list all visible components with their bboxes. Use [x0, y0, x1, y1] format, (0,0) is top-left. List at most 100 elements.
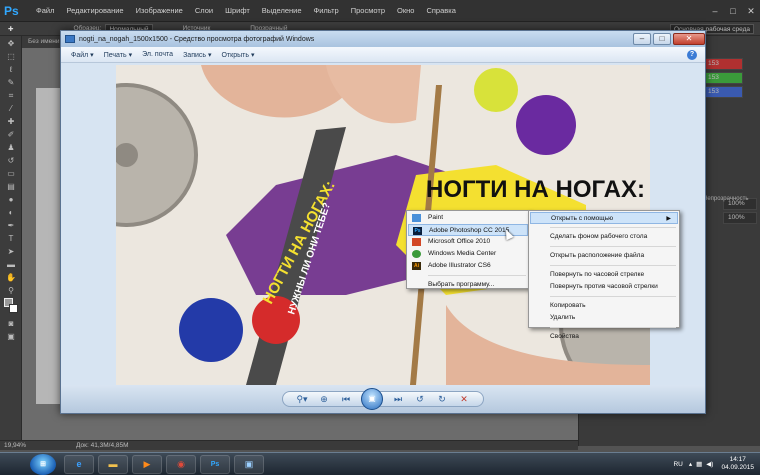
menu-filter[interactable]: Фильтр [308, 6, 345, 15]
marquee-tool-icon[interactable]: ⬚ [4, 51, 18, 62]
previous-icon[interactable]: ⏮ [338, 393, 354, 405]
color-swatches-icon[interactable] [4, 298, 18, 316]
pen-tool-icon[interactable]: ✒ [4, 220, 18, 231]
shape-tool-icon[interactable]: ▬ [4, 259, 18, 270]
viewer-menu-burn[interactable]: Запись ▾ [183, 51, 211, 59]
start-button-icon[interactable]: ⊞ [30, 453, 56, 475]
quick-mask-icon[interactable]: ◙ [4, 318, 18, 329]
actual-size-icon[interactable]: ⊕ [316, 393, 332, 405]
zoom-level[interactable]: 19,94% [4, 442, 26, 449]
lasso-tool-icon[interactable]: ℓ [4, 64, 18, 75]
eyedropper-tool-icon[interactable]: ⁄ [4, 103, 18, 114]
rotate-right-icon[interactable]: ↻ [434, 393, 450, 405]
menu-layers[interactable]: Слои [189, 6, 219, 15]
clock-time: 14:17 [729, 456, 746, 463]
submenu-item-choose-program[interactable]: Выбрать программу... [408, 279, 528, 291]
green-value[interactable]: 153 [703, 72, 743, 84]
viewer-menu-file[interactable]: Файл ▾ [71, 51, 94, 59]
menu-separator [550, 227, 676, 228]
zoom-tool-icon[interactable]: ⚲ [4, 285, 18, 296]
submenu-item-illustrator[interactable]: Ai Adobe Illustrator CS6 [408, 260, 528, 272]
red-value[interactable]: 153 [703, 58, 743, 70]
submenu-item-paint[interactable]: Paint [408, 212, 528, 224]
menu-item-open-with[interactable]: Открыть с помощью ▶ [530, 212, 678, 224]
menu-image[interactable]: Изображение [130, 6, 189, 15]
menu-separator [550, 296, 676, 297]
viewer-maximize-icon[interactable]: □ [653, 33, 671, 45]
ie-icon[interactable]: e [64, 454, 94, 474]
menu-item-copy[interactable]: Копировать [530, 300, 678, 312]
gradient-tool-icon[interactable]: ▤ [4, 181, 18, 192]
menu-item-properties[interactable]: Свойства [530, 331, 678, 343]
menu-type[interactable]: Шрифт [219, 6, 256, 15]
slideshow-icon[interactable]: ▣ [361, 388, 383, 410]
menu-separator [428, 275, 526, 276]
submenu-arrow-icon: ▶ [666, 216, 671, 222]
zoom-icon[interactable]: ⚲▾ [294, 393, 310, 405]
menu-item-open-location[interactable]: Открыть расположение файла [530, 250, 678, 262]
dodge-tool-icon[interactable]: ◐ [4, 207, 18, 218]
viewer-menu-open[interactable]: Открыть ▾ [222, 51, 255, 59]
menu-item-set-wallpaper[interactable]: Сделать фоном рабочего стола [530, 231, 678, 243]
media-center-icon [412, 250, 421, 258]
volume-icon[interactable]: ◀) [706, 460, 713, 468]
menu-help[interactable]: Справка [420, 6, 461, 15]
menu-item-rotate-ccw[interactable]: Повернуть против часовой стрелки [530, 281, 678, 293]
path-select-tool-icon[interactable]: ➤ [4, 246, 18, 257]
rotate-left-icon[interactable]: ↺ [412, 393, 428, 405]
menu-separator [550, 246, 676, 247]
maximize-icon[interactable]: □ [724, 4, 742, 18]
fill-field[interactable]: 100% [723, 212, 757, 224]
history-brush-tool-icon[interactable]: ↺ [4, 155, 18, 166]
help-icon[interactable]: ? [687, 49, 697, 60]
clock-date: 04.09.2015 [721, 464, 754, 471]
photoshop-taskbar-icon[interactable]: Ps [200, 454, 230, 474]
tray-arrow-icon[interactable]: ▴ [689, 460, 692, 468]
photo-headline: НОГТИ НА НОГАХ: [426, 176, 645, 203]
menu-select[interactable]: Выделение [256, 6, 308, 15]
stamp-tool-icon[interactable]: ♟ [4, 142, 18, 153]
eraser-tool-icon[interactable]: ▭ [4, 168, 18, 179]
viewer-titlebar: nogti_na_nogah_1500x1500 - Средство прос… [61, 31, 705, 47]
network-icon[interactable]: ▦ [696, 460, 702, 468]
brush-tool-icon[interactable]: ✐ [4, 129, 18, 140]
clock[interactable]: 14:17 04.09.2015 [721, 456, 754, 472]
close-icon[interactable]: ✕ [742, 4, 760, 18]
submenu-item-media-center[interactable]: Windows Media Center [408, 248, 528, 260]
menu-item-rotate-cw[interactable]: Повернуть по часовой стрелке [530, 269, 678, 281]
hand-tool-icon[interactable]: ✋ [4, 272, 18, 283]
chrome-icon[interactable]: ◉ [166, 454, 196, 474]
crop-tool-icon[interactable]: ⌗ [4, 90, 18, 101]
viewer-minimize-icon[interactable]: – [633, 33, 651, 45]
tool-preset-icon[interactable]: ✚ [8, 25, 13, 33]
healing-tool-icon[interactable]: ✚ [4, 116, 18, 127]
menu-view[interactable]: Просмотр [345, 6, 391, 15]
tools-panel: ✥ ⬚ ℓ ✎ ⌗ ⁄ ✚ ✐ ♟ ↺ ▭ ▤ ● ◐ ✒ T ➤ ▬ ✋ ⚲ … [0, 36, 22, 446]
menu-window[interactable]: Окно [391, 6, 420, 15]
paint-icon [412, 214, 421, 222]
doc-size: Док: 41,3М/4,85М [76, 442, 129, 449]
control-bar: ⚲▾ ⊕ ⏮ ▣ ⏭ ↺ ↻ ✕ [282, 388, 484, 410]
viewer-app-icon [65, 35, 75, 43]
quick-select-tool-icon[interactable]: ✎ [4, 77, 18, 88]
blur-tool-icon[interactable]: ● [4, 194, 18, 205]
media-player-icon[interactable]: ▶ [132, 454, 162, 474]
move-tool-icon[interactable]: ✥ [4, 38, 18, 49]
menu-item-delete[interactable]: Удалить [530, 312, 678, 324]
viewer-menu-email[interactable]: Эл. почта [142, 51, 173, 58]
viewer-menu-print[interactable]: Печать ▾ [104, 51, 132, 59]
menu-edit[interactable]: Редактирование [60, 6, 129, 15]
viewer-close-icon[interactable]: ✕ [673, 33, 705, 45]
blue-value[interactable]: 153 [703, 86, 743, 98]
screen-mode-icon[interactable]: ▣ [4, 331, 18, 342]
language-indicator[interactable]: RU [673, 461, 682, 468]
minimize-icon[interactable]: – [706, 4, 724, 18]
type-tool-icon[interactable]: T [4, 233, 18, 244]
photo-viewer-taskbar-icon[interactable]: ▣ [234, 454, 264, 474]
next-icon[interactable]: ⏭ [390, 393, 406, 405]
menu-file[interactable]: Файл [30, 6, 60, 15]
status-bar: 19,94% Док: 41,3М/4,85М [0, 440, 578, 450]
explorer-icon[interactable]: ▬ [98, 454, 128, 474]
viewer-menubar: Файл ▾ Печать ▾ Эл. почта Запись ▾ Откры… [61, 47, 705, 63]
delete-icon[interactable]: ✕ [456, 393, 472, 405]
